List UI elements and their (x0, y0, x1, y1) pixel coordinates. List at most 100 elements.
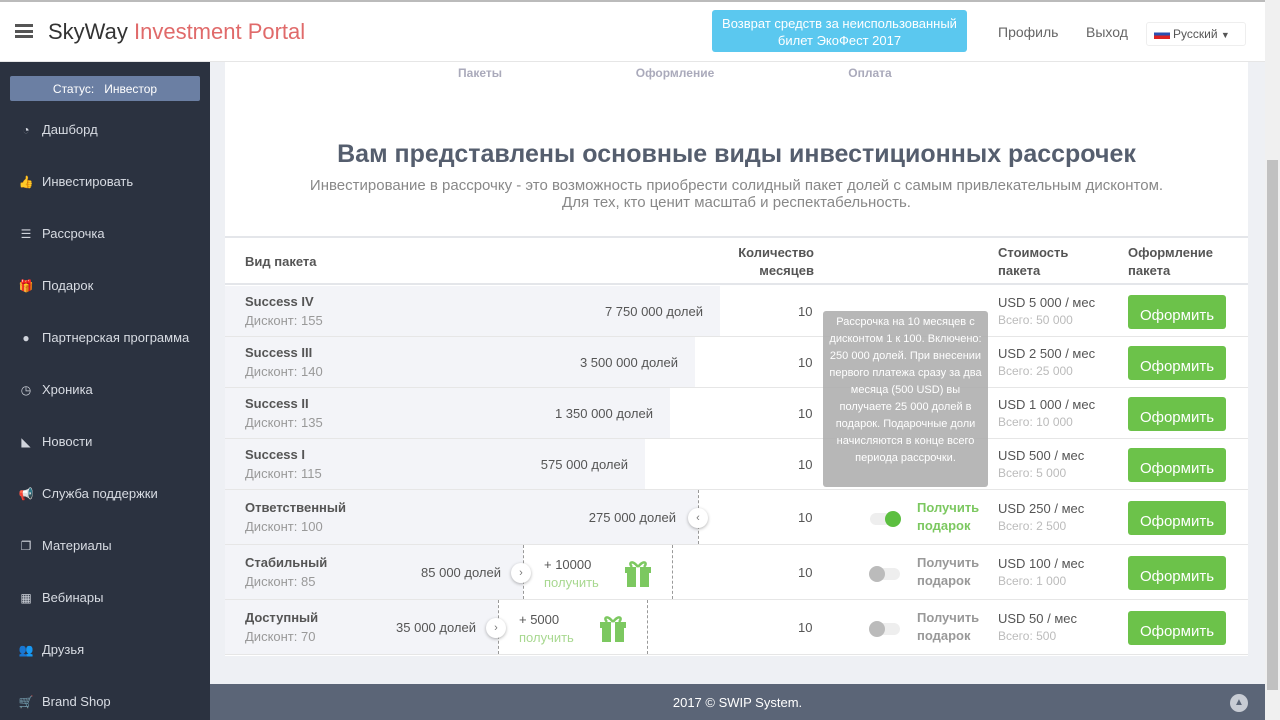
table-row: Ответственный Дисконт: 100 275 000 долей ‹ 1… (225, 490, 1248, 545)
header-cost: Стоимость пакета (998, 245, 1069, 278)
order-button[interactable]: Оформить (1128, 345, 1226, 380)
months-value: 10 (798, 456, 813, 472)
table-row: Доступный Дисконт: 70 35 000 долей + 5000 по… (225, 600, 1248, 655)
monthly-price: USD 5 000 / мес (998, 294, 1096, 310)
package-name: Success IV (245, 294, 314, 309)
table-row: Success IV Дисконт: 155 7 750 000 долей 10 U… (225, 286, 1248, 337)
gift-toggle[interactable] (869, 565, 900, 582)
order-button[interactable]: Оформить (1128, 294, 1226, 329)
sidebar-item[interactable]: ▦ Вебинары (0, 582, 210, 612)
sidebar-item[interactable]: ☰ Рассрочка (0, 218, 210, 248)
package-shares: 85 000 долей (421, 564, 501, 580)
copy-icon: ❐ (20, 539, 32, 553)
months-value: 10 (798, 564, 813, 580)
monthly-price: USD 1 000 / мес (998, 396, 1096, 412)
gift-icon[interactable] (599, 612, 627, 642)
package-name: Доступный (245, 610, 319, 625)
order-button[interactable]: Оформить (1128, 447, 1226, 482)
total-price: Всего: 10 000 (998, 414, 1073, 429)
sidebar-item[interactable]: ◣ Новости (0, 426, 210, 456)
package-shares: 275 000 долей (588, 509, 676, 525)
gift-toggle[interactable] (869, 620, 900, 637)
hamburger-menu-icon[interactable] (15, 24, 33, 38)
table-row: Success I Дисконт: 115 575 000 долей 10 USD … (225, 439, 1248, 490)
package-shares: 575 000 долей (540, 456, 628, 472)
monthly-price: USD 500 / мес (998, 447, 1085, 463)
toggle-knob (869, 565, 885, 582)
bullhorn-icon: 📢 (18, 487, 34, 501)
brand-logo[interactable]: SkyWay Investment Portal (48, 19, 305, 45)
package-discount: Дисконт: 85 (245, 574, 316, 589)
cart-icon: 🛒 (18, 695, 34, 709)
sidebar-item[interactable]: 🎁 Подарок (0, 270, 210, 300)
months-value: 10 (798, 619, 813, 635)
sidebar-item[interactable]: ◷ Хроника (0, 374, 210, 404)
total-price: Всего: 25 000 (998, 363, 1073, 378)
gift-label: Получить подарок (917, 499, 980, 533)
expand-chevron-icon[interactable]: › (511, 562, 531, 583)
sidebar-item[interactable]: ◔ Дашборд (0, 114, 210, 144)
globe-icon: ● (22, 331, 30, 345)
logout-link[interactable]: Выход (1086, 24, 1128, 40)
scroll-to-top-icon[interactable]: ▲ (1230, 694, 1248, 712)
total-price: Всего: 1 000 (998, 573, 1067, 588)
refund-banner-button[interactable]: Возврат средств за неиспользованный билет… (712, 10, 967, 52)
sidebar: Статус: Инвестор ◔ Дашборд 👍 Инвестировать ☰… (0, 62, 210, 720)
months-value: 10 (798, 303, 813, 319)
status-badge: Статус: Инвестор (10, 76, 200, 101)
gift-toggle[interactable] (870, 510, 901, 527)
clock-icon: ◷ (20, 383, 32, 397)
order-button[interactable]: Оформить (1128, 555, 1226, 590)
header-months: Количество месяцев (738, 245, 814, 278)
sidebar-item[interactable]: ❐ Материалы (0, 530, 210, 560)
package-shares: 7 750 000 долей (604, 303, 703, 319)
months-value: 10 (798, 405, 813, 421)
sidebar-item[interactable]: 👍 Инвестировать (0, 166, 210, 196)
order-button[interactable]: Оформить (1128, 500, 1226, 535)
get-bonus-link[interactable]: получить (519, 630, 574, 645)
sidebar-item[interactable]: 👥 Друзья (0, 634, 210, 664)
get-bonus-link[interactable]: получить (544, 575, 599, 590)
collapse-chevron-icon[interactable]: ‹ (688, 507, 708, 528)
order-button[interactable]: Оформить (1128, 396, 1226, 431)
package-name: Success II (245, 396, 309, 411)
order-button[interactable]: Оформить (1128, 610, 1226, 645)
sidebar-item[interactable]: ● Партнерская программа (0, 322, 210, 352)
bonus-panel: + 10000 получить (523, 545, 673, 599)
list-icon: ☰ (20, 227, 32, 241)
expand-chevron-icon[interactable]: › (486, 617, 506, 638)
monthly-price: USD 50 / мес (998, 610, 1078, 626)
page-subtitle: Инвестирование в рассрочку - это возможн… (309, 177, 1164, 211)
toggle-knob (885, 510, 901, 527)
table-row: Стабильный Дисконт: 85 85 000 долей + 10000… (225, 545, 1248, 600)
package-discount: Дисконт: 135 (245, 415, 323, 430)
top-header: SkyWay Investment Portal Возврат средств… (0, 0, 1265, 62)
monthly-price: USD 250 / мес (998, 500, 1085, 516)
package-discount: Дисконт: 115 (245, 466, 322, 481)
caret-down-icon: ▼ (1220, 30, 1230, 40)
monthly-price: USD 2 500 / мес (998, 345, 1096, 361)
header-type: Вид пакета (245, 254, 317, 269)
page-title: Вам представлены основные виды инвестици… (337, 140, 1136, 168)
profile-link[interactable]: Профиль (998, 24, 1058, 40)
gift-icon[interactable] (624, 557, 652, 587)
dashboard-icon: ◔ (22, 123, 30, 137)
film-icon: ▦ (20, 591, 32, 605)
sidebar-item[interactable]: 📢 Служба поддержки (0, 478, 210, 508)
header-order: Оформление пакета (1128, 245, 1214, 278)
gift-label: Получить подарок (917, 609, 980, 643)
package-name: Стабильный (245, 555, 328, 570)
russia-flag-icon (1154, 29, 1170, 39)
package-shares: 1 350 000 долей (554, 405, 653, 421)
table-row: Success III Дисконт: 140 3 500 000 долей 10… (225, 337, 1248, 388)
language-select[interactable]: Русский ▼ (1146, 22, 1246, 46)
table-header: Вид пакета Количество месяцев Стоимость па… (225, 236, 1248, 285)
sidebar-item[interactable]: 🛒 Brand Shop (0, 686, 210, 716)
toggle-knob (869, 620, 885, 637)
months-value: 10 (798, 509, 813, 525)
package-name: Success I (245, 447, 305, 462)
total-price: Всего: 500 (998, 628, 1057, 643)
scrollbar-thumb[interactable] (1267, 160, 1278, 690)
package-discount: Дисконт: 70 (245, 629, 316, 644)
rss-icon: ◣ (21, 435, 31, 449)
